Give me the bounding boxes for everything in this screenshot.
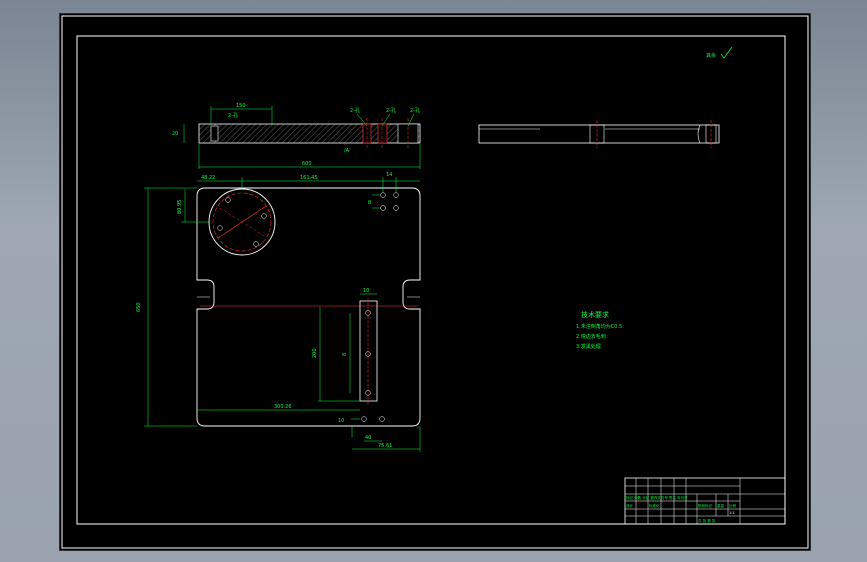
- inner-frame: [76, 35, 786, 525]
- cad-drawing: 其余 150 2-孔 20 2-孔 2-孔 2-孔 /A 600 650 48.…: [61, 15, 809, 549]
- title-block: 标记 处数 分区 更改文件号 签名 年月日 设计 标准化 阶段标记 重量 比例 …: [624, 477, 786, 525]
- title-standard: 标准化: [649, 503, 660, 508]
- plan-view: [196, 187, 421, 427]
- dim-bottom-offset: 300.26: [274, 404, 292, 410]
- plan-outline: [196, 187, 421, 427]
- vertical-slot: [359, 300, 378, 402]
- plan-dimensions: [144, 177, 421, 452]
- notes-line-3: 3.发黑处理.: [576, 343, 603, 350]
- section-label: /A: [344, 148, 350, 154]
- callout-top: 2-孔: [228, 112, 238, 119]
- notes-line-1: 1.未注倒角均为C0.5.: [576, 323, 624, 330]
- dim-slot-length: 200: [312, 348, 318, 358]
- notes-line-2: 2.锐边去毛刺.: [576, 333, 608, 340]
- dim-slot-pitch: 8: [342, 353, 348, 356]
- notes-title: 技术要求: [581, 310, 609, 319]
- title-scale: 比例: [729, 503, 737, 508]
- title-row-header: 标记 处数 分区 更改文件号 签名 年月日: [626, 495, 688, 500]
- dim-bottom-total: 75.61: [378, 443, 392, 449]
- top-section-view: 150 2-孔 20 2-孔 2-孔 2-孔 /A 600: [172, 103, 421, 169]
- title-sheet: 共 张 第 张: [698, 518, 716, 523]
- dim-circle-span: 161.45: [300, 175, 318, 181]
- outer-frame: [61, 15, 809, 549]
- side-view: [478, 120, 720, 148]
- roughness-symbol: 其余: [706, 46, 733, 59]
- side-view-body: [478, 124, 720, 144]
- technical-notes: 技术要求 1.未注倒角均为C0.5. 2.锐边去毛刺. 3.发黑处理.: [576, 310, 624, 350]
- title-weight: 重量: [717, 503, 725, 508]
- dim-overall-width: 600: [302, 161, 312, 167]
- title-stage: 阶段标记: [698, 503, 712, 508]
- roughness-label: 其余: [706, 52, 716, 59]
- dim-circle-offset: 48.22: [201, 175, 215, 181]
- dim-circle-height: 80.95: [177, 200, 183, 214]
- title-designer: 设计: [626, 503, 634, 508]
- dim-bottom-hole-pitch: 40: [365, 435, 371, 441]
- dim-top-height: 20: [172, 131, 178, 137]
- dim-slot-width: 10: [363, 288, 369, 294]
- title-ratio: 1:1: [729, 511, 735, 515]
- dim-overall-height: 650: [136, 302, 142, 312]
- callout-side-2: 2-孔: [386, 107, 396, 114]
- callout-side-3: 2-孔: [410, 107, 420, 114]
- dim-hole-pitch-y: 8: [368, 200, 371, 206]
- dim-hole-pitch-x: 14: [386, 172, 392, 178]
- callout-side-1: 2-孔: [350, 107, 360, 114]
- dim-bottom-hole-gap: 10: [338, 418, 344, 424]
- drawing-viewport[interactable]: 其余 150 2-孔 20 2-孔 2-孔 2-孔 /A 600 650 48.…: [59, 13, 811, 551]
- dim-top-width: 150: [236, 103, 246, 109]
